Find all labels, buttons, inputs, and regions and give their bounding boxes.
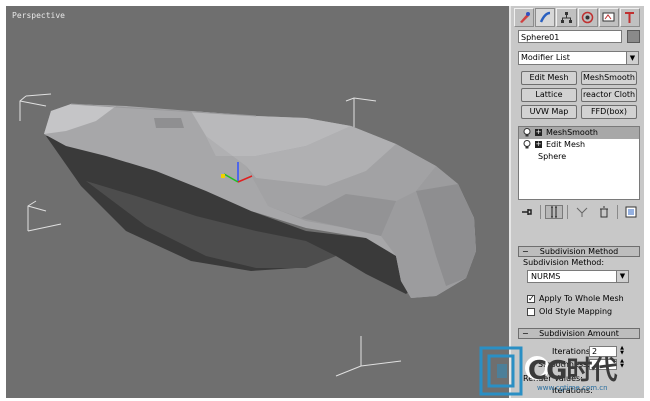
display-icon (602, 12, 615, 22)
stack-toolbar (518, 204, 640, 220)
modifier-list-label: Modifier List (521, 53, 570, 62)
meshsmooth-button[interactable]: MeshSmooth (581, 71, 637, 85)
modify-icon (539, 11, 550, 23)
utilities-icon (625, 12, 635, 23)
command-panel: Sphere01 Modifier List ▼ Edit Mesh MeshS… (512, 6, 644, 398)
rollout-title: Subdivision Method (539, 247, 619, 256)
divider (616, 205, 618, 219)
collapse-icon: − (522, 247, 529, 256)
app-frame: Perspective Sphere01 Modifier List ▼ Edi… (6, 6, 644, 398)
configure-sets-button[interactable] (622, 205, 640, 219)
show-end-result-button[interactable] (545, 205, 564, 219)
trash-icon (599, 206, 608, 218)
divider (567, 205, 569, 219)
old-style-mapping-checkbox[interactable] (527, 308, 535, 316)
command-panel-tabs (514, 8, 641, 27)
stack-item-edit-mesh[interactable]: + Edit Mesh (519, 139, 639, 151)
chevron-down-icon: ▼ (626, 52, 638, 64)
make-unique-icon (576, 207, 587, 217)
modifier-list-dropdown[interactable]: Modifier List ▼ (518, 51, 639, 65)
object-name-field[interactable]: Sphere01 (518, 30, 622, 43)
reactor-cloth-button[interactable]: reactor Cloth (581, 88, 637, 102)
old-style-mapping-label: Old Style Mapping (539, 307, 613, 316)
watermark-url: www.cgtime.com.cn (537, 384, 608, 392)
hierarchy-icon (560, 12, 572, 23)
apply-whole-mesh-checkbox[interactable]: ✓ (527, 295, 535, 303)
motion-tab[interactable] (577, 8, 598, 27)
configure-icon (625, 206, 637, 218)
divider (540, 205, 542, 219)
viewport-label[interactable]: Perspective (12, 11, 65, 20)
pin-icon (522, 209, 532, 215)
modify-tab[interactable] (535, 8, 556, 27)
subdivision-method-value: NURMS (531, 272, 561, 281)
lattice-button[interactable]: Lattice (521, 88, 577, 102)
ffd-box-button[interactable]: FFD(box) (581, 105, 637, 119)
pin-stack-button[interactable] (518, 205, 536, 219)
modifier-buttons: Edit Mesh MeshSmooth Lattice reactor Clo… (521, 71, 637, 119)
chevron-down-icon: ▼ (616, 271, 628, 282)
create-icon (519, 12, 530, 23)
create-tab[interactable] (514, 8, 535, 27)
stack-item-meshsmooth[interactable]: + MeshSmooth (519, 127, 639, 139)
make-unique-button[interactable] (573, 205, 591, 219)
lightbulb-icon[interactable] (523, 128, 531, 137)
watermark-text: CG时代 (528, 356, 617, 386)
watermark-logo: CG时代 www.cgtime.com.cn (477, 344, 643, 398)
remove-modifier-button[interactable] (595, 205, 613, 219)
stack-item-label: MeshSmooth (546, 128, 598, 137)
rollout-title: Subdivision Amount (539, 329, 619, 338)
expand-icon[interactable]: + (535, 141, 542, 148)
viewport-scene (19, 93, 476, 377)
object-color-swatch[interactable] (627, 30, 640, 43)
hierarchy-tab[interactable] (556, 8, 577, 27)
expand-icon[interactable]: + (535, 129, 542, 136)
stack-item-sphere[interactable]: Sphere (519, 151, 639, 163)
subdivision-method-select[interactable]: NURMS ▼ (527, 270, 629, 283)
display-tab[interactable] (598, 8, 619, 27)
modifier-stack: + MeshSmooth + Edit Mesh Sphere (518, 126, 640, 200)
end-result-icon (551, 206, 558, 218)
edit-mesh-button[interactable]: Edit Mesh (521, 71, 577, 85)
stack-item-label: Sphere (538, 152, 567, 161)
utilities-tab[interactable] (619, 8, 641, 27)
perspective-viewport[interactable]: Perspective (6, 6, 511, 398)
subdivision-method-label: Subdivision Method: (523, 258, 605, 267)
motion-icon (581, 11, 594, 24)
lightbulb-icon[interactable] (523, 140, 531, 149)
subdivision-method-rollout[interactable]: − Subdivision Method (518, 246, 640, 257)
collapse-icon: − (522, 329, 529, 338)
stack-item-label: Edit Mesh (546, 140, 586, 149)
subdivision-amount-rollout[interactable]: − Subdivision Amount (518, 328, 640, 339)
uvw-map-button[interactable]: UVW Map (521, 105, 577, 119)
apply-whole-mesh-label: Apply To Whole Mesh (539, 294, 624, 303)
